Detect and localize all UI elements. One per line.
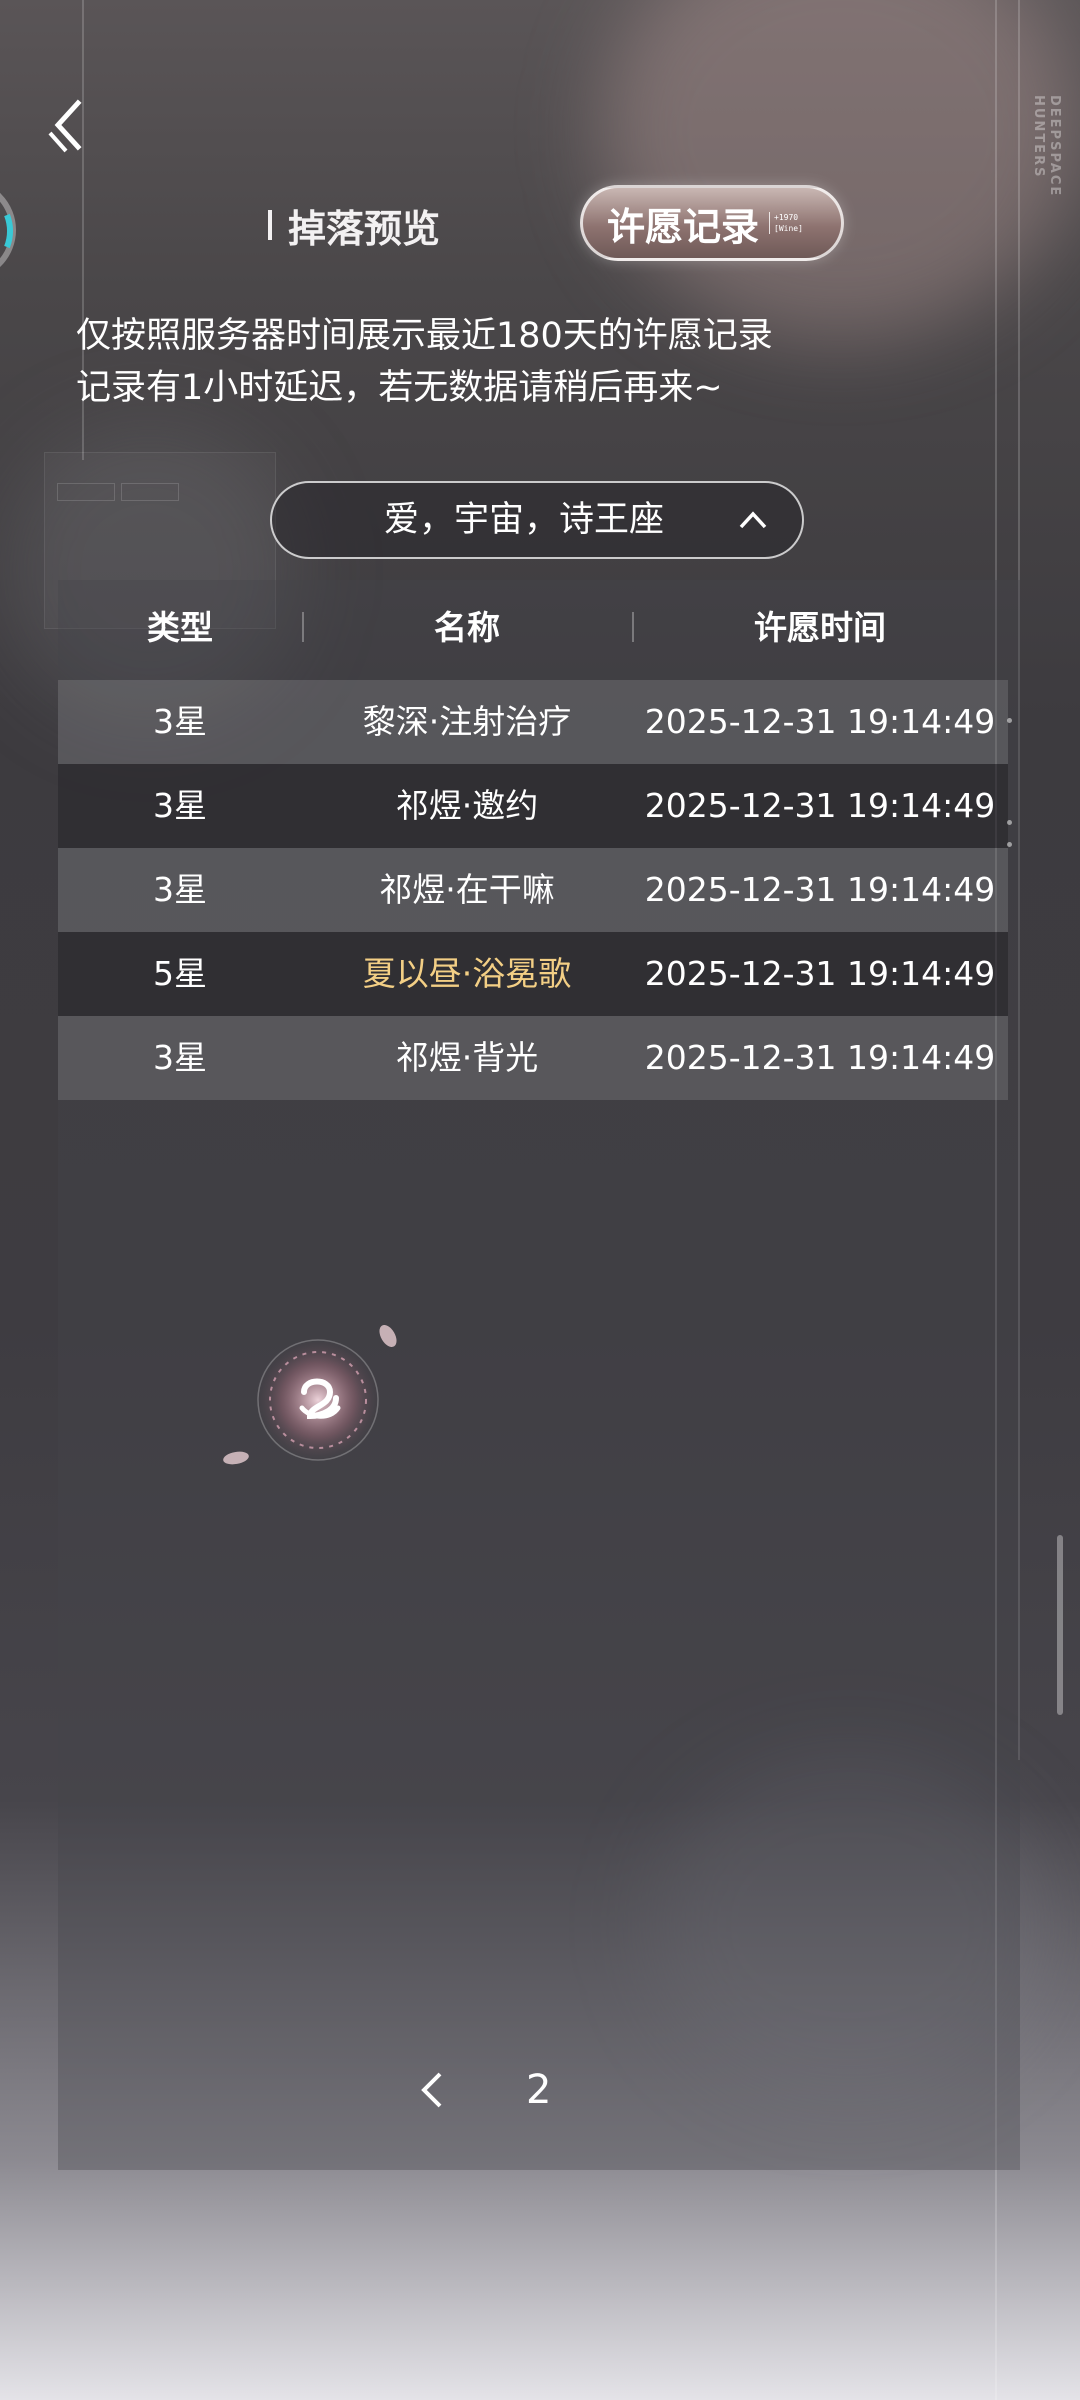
tab-label: 许愿记录	[607, 203, 760, 249]
notice-text: 仅按照服务器时间展示最近180天的许愿记录 记录有1小时延迟，若无数据请稍后再来…	[76, 310, 956, 414]
cell-type: 3星	[153, 1038, 207, 1077]
tab-drop-preview[interactable]: 掉落预览	[268, 200, 441, 251]
emblem-icon	[218, 1320, 398, 1480]
cell-type: 3星	[153, 870, 207, 909]
notice-line: 记录有1小时延迟，若无数据请稍后再来~	[76, 368, 723, 408]
table-row: 3星 祁煜·背光 2025-12-31 19:14:49	[58, 1016, 1008, 1100]
record-table: 3星 黎深·注射治疗 2025-12-31 19:14:49 3星 祁煜·邀约 …	[58, 680, 1008, 1100]
cell-time: 2025-12-31 19:14:49	[644, 1038, 996, 1077]
cell-time: 2025-12-31 19:14:49	[644, 870, 996, 909]
tab-bar: 掉落预览 许愿记录 +1970 [Wine]	[0, 180, 1080, 270]
cell-name: 夏以昼·浴冕歌	[362, 954, 572, 993]
chevron-up-icon	[739, 511, 767, 529]
back-icon	[48, 99, 82, 153]
pool-dropdown[interactable]: 爱，宇宙，诗王座	[270, 481, 804, 559]
cell-type: 3星	[153, 702, 207, 741]
chevron-left-icon[interactable]	[418, 2070, 446, 2110]
tab-badge: +1970 [Wine]	[769, 212, 803, 234]
cell-time: 2025-12-31 19:14:49	[644, 786, 996, 825]
decor-dot	[1007, 718, 1012, 723]
notice-line: 仅按照服务器时间展示最近180天的许愿记录	[76, 316, 773, 356]
table-row: 3星 祁煜·邀约 2025-12-31 19:14:49	[58, 764, 1008, 848]
cell-time: 2025-12-31 19:14:49	[644, 702, 996, 741]
scrollbar[interactable]	[1057, 1535, 1063, 1715]
column-header-type: 类型	[147, 608, 213, 647]
column-header-time: 许愿时间	[754, 608, 886, 647]
cell-type: 3星	[153, 786, 207, 825]
tab-label: 掉落预览	[288, 205, 441, 251]
back-button[interactable]	[40, 95, 100, 165]
decor-dot	[1007, 820, 1012, 825]
table-row: 5星 夏以昼·浴冕歌 2025-12-31 19:14:49	[58, 932, 1008, 1016]
decor-dot	[1007, 842, 1012, 847]
tab-marker	[268, 210, 272, 240]
cell-type: 5星	[153, 954, 207, 993]
current-page: 2	[526, 2067, 552, 2113]
cell-name: 黎深·注射治疗	[362, 702, 572, 741]
pool-dropdown-value: 爱，宇宙，诗王座	[384, 500, 665, 540]
cell-name: 祁煜·邀约	[395, 786, 539, 825]
table-header: 类型 名称 许愿时间	[58, 590, 1020, 666]
column-header-name: 名称	[434, 608, 500, 647]
cell-name: 祁煜·在干嘛	[379, 870, 555, 909]
cell-time: 2025-12-31 19:14:49	[644, 954, 996, 993]
cell-name: 祁煜·背光	[395, 1038, 539, 1077]
table-row: 3星 祁煜·在干嘛 2025-12-31 19:14:49	[58, 848, 1008, 932]
table-row: 3星 黎深·注射治疗 2025-12-31 19:14:49	[58, 680, 1008, 764]
tab-wish-record[interactable]: 许愿记录 +1970 [Wine]	[580, 185, 844, 261]
pagination: 2	[400, 2050, 600, 2130]
